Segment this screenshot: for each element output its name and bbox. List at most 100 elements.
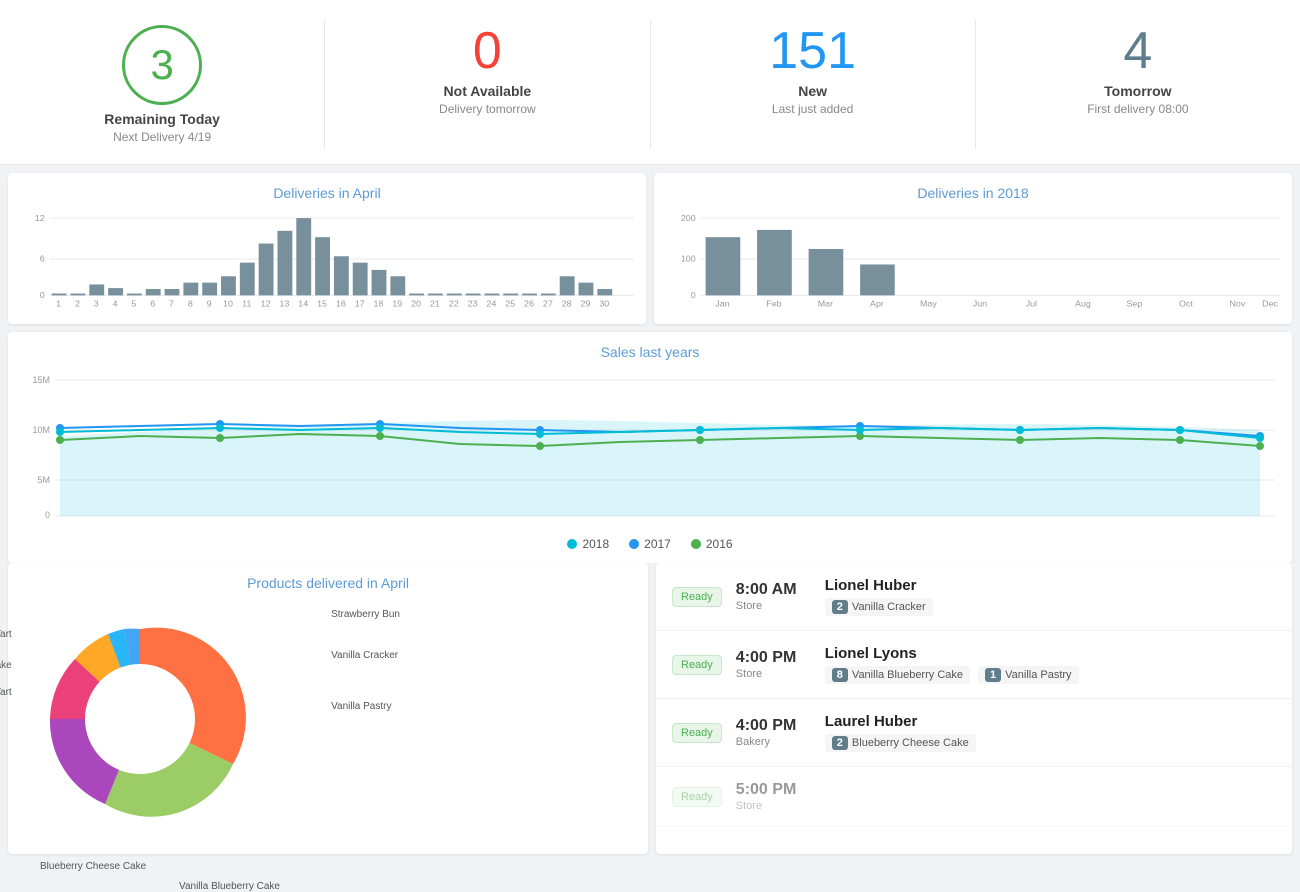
item-name: Vanilla Cracker — [852, 601, 926, 613]
svg-text:11: 11 — [242, 299, 252, 309]
item-qty: 8 — [832, 668, 848, 682]
svg-text:7: 7 — [169, 299, 174, 309]
legend-dot-2017 — [629, 539, 639, 549]
svg-text:28: 28 — [562, 299, 572, 309]
stat-sublabel-tomorrow: First delivery 08:00 — [1087, 102, 1188, 116]
svg-text:27: 27 — [543, 299, 553, 309]
svg-text:30: 30 — [599, 299, 609, 309]
item-name: Blueberry Cheese Cake — [852, 737, 969, 749]
bottom-row: Products delivered in April Strawberry T… — [0, 563, 1300, 862]
ready-badge: Ready — [672, 655, 722, 675]
stat-sublabel-not-available: Delivery tomorrow — [439, 102, 536, 116]
svg-text:Oct: Oct — [1179, 299, 1194, 309]
svg-text:Jul: Jul — [1026, 299, 1037, 309]
label-strawberry-cheese: Strawberry Cheese Cake — [0, 660, 12, 671]
legend-2017: 2017 — [629, 537, 671, 551]
delivery-store: Store — [736, 668, 811, 680]
svg-text:Jun: Jun — [973, 299, 988, 309]
stat-sublabel-new: Last just added — [772, 102, 853, 116]
item-name: Vanilla Pastry — [1005, 669, 1071, 681]
svg-text:Jan: Jan — [715, 299, 730, 309]
dashboard: 3 Remaining Today Next Delivery 4/19 0 N… — [0, 0, 1300, 862]
stat-circle: 3 — [122, 25, 202, 105]
ready-badge: Ready — [672, 587, 722, 607]
svg-text:13: 13 — [279, 299, 289, 309]
april-chart-panel: Deliveries in April 12 6 0 — [8, 173, 646, 324]
label-raspberry: Raspberry Blueberry Tart — [0, 687, 12, 698]
stat-number-new: 151 — [769, 25, 856, 77]
svg-text:2: 2 — [75, 299, 80, 309]
legend-label-2016: 2016 — [706, 537, 733, 551]
item-tag: 2 Vanilla Cracker — [825, 598, 933, 616]
svg-text:3: 3 — [94, 299, 99, 309]
stat-new: 151 New Last just added — [651, 20, 976, 149]
delivery-time: 4:00 PM — [736, 649, 811, 667]
svg-text:Aug: Aug — [1075, 299, 1091, 309]
legend-2018: 2018 — [567, 537, 609, 551]
svg-text:26: 26 — [524, 299, 534, 309]
deliveries-panel: Ready 8:00 AM Store Lionel Huber 2 Vanil… — [656, 563, 1292, 854]
april-bar-chart: 12 6 0 — [20, 209, 634, 309]
item-name: Vanilla Blueberry Cake — [852, 669, 963, 681]
donut-svg — [20, 599, 260, 839]
svg-text:Mar: Mar — [818, 299, 833, 309]
svg-text:Dec: Dec — [1262, 299, 1279, 309]
label-strawberry-bun: Strawberry Bun — [331, 609, 400, 620]
legend-label-2018: 2018 — [582, 537, 609, 551]
ready-badge: Ready — [672, 723, 722, 743]
svg-text:21: 21 — [430, 299, 440, 309]
sales-legend: 2018 2017 2016 — [20, 537, 1280, 551]
sales-line-chart: 15M 10M 5M 0 — [20, 368, 1280, 528]
annual-chart-title: Deliveries in 2018 — [666, 185, 1280, 201]
legend-dot-2016 — [691, 539, 701, 549]
item-qty: 1 — [985, 668, 1001, 682]
label-blueberry-cheese: Blueberry Cheese Cake — [40, 861, 146, 872]
svg-text:15: 15 — [317, 299, 327, 309]
stats-row: 3 Remaining Today Next Delivery 4/19 0 N… — [0, 0, 1300, 165]
delivery-items-row: 2 Blueberry Cheese Cake — [825, 734, 1276, 752]
svg-text:May: May — [920, 299, 938, 309]
stat-number-not-available: 0 — [473, 25, 502, 77]
item-tag: 2 Blueberry Cheese Cake — [825, 734, 976, 752]
svg-text:16: 16 — [336, 299, 346, 309]
stat-remaining-today: 3 Remaining Today Next Delivery 4/19 — [0, 20, 325, 149]
svg-text:20: 20 — [411, 299, 421, 309]
stat-label-not-available: Not Available — [444, 83, 532, 99]
label-vanilla-pastry: Vanilla Pastry — [331, 701, 400, 712]
svg-text:12: 12 — [35, 213, 45, 223]
svg-text:4: 4 — [113, 299, 118, 309]
svg-text:9: 9 — [207, 299, 212, 309]
delivery-items-row: 2 Vanilla Cracker — [825, 598, 1276, 616]
svg-text:0: 0 — [691, 290, 696, 300]
svg-text:8: 8 — [188, 299, 193, 309]
svg-text:25: 25 — [505, 299, 515, 309]
stat-number-tomorrow: 4 — [1123, 25, 1152, 77]
annual-chart-panel: Deliveries in 2018 200 100 0 Jan Feb — [654, 173, 1292, 324]
svg-text:19: 19 — [392, 299, 402, 309]
svg-text:24: 24 — [486, 299, 496, 309]
delivery-time: 8:00 AM — [736, 581, 811, 599]
svg-text:Feb: Feb — [766, 299, 782, 309]
sales-panel: Sales last years 15M 10M 5M 0 — [8, 332, 1292, 563]
label-strawberry-tart: Strawberry Tart — [0, 629, 12, 640]
legend-2016: 2016 — [691, 537, 733, 551]
svg-text:18: 18 — [374, 299, 384, 309]
svg-text:Nov: Nov — [1229, 299, 1246, 309]
sales-chart-title: Sales last years — [20, 344, 1280, 360]
delivery-name: Lionel Huber — [825, 577, 1276, 594]
svg-text:1: 1 — [56, 299, 61, 309]
svg-text:23: 23 — [468, 299, 478, 309]
label-vanilla-cracker: Vanilla Cracker — [331, 650, 400, 661]
stat-label-remaining: Remaining Today — [104, 111, 220, 127]
item-qty: 2 — [832, 600, 848, 614]
item-qty: 2 — [832, 736, 848, 750]
delivery-items-row: 8 Vanilla Blueberry Cake 1 Vanilla Pastr… — [825, 666, 1276, 684]
item-tag: 1 Vanilla Pastry — [978, 666, 1079, 684]
delivery-name: Lionel Lyons — [825, 645, 1276, 662]
deliveries-scroll[interactable]: Ready 8:00 AM Store Lionel Huber 2 Vanil… — [656, 563, 1292, 853]
svg-text:Sep: Sep — [1126, 299, 1142, 309]
charts-row: Deliveries in April 12 6 0 — [0, 165, 1300, 332]
svg-text:10: 10 — [223, 299, 233, 309]
svg-text:200: 200 — [681, 213, 696, 223]
donut-panel: Products delivered in April Strawberry T… — [8, 563, 648, 854]
